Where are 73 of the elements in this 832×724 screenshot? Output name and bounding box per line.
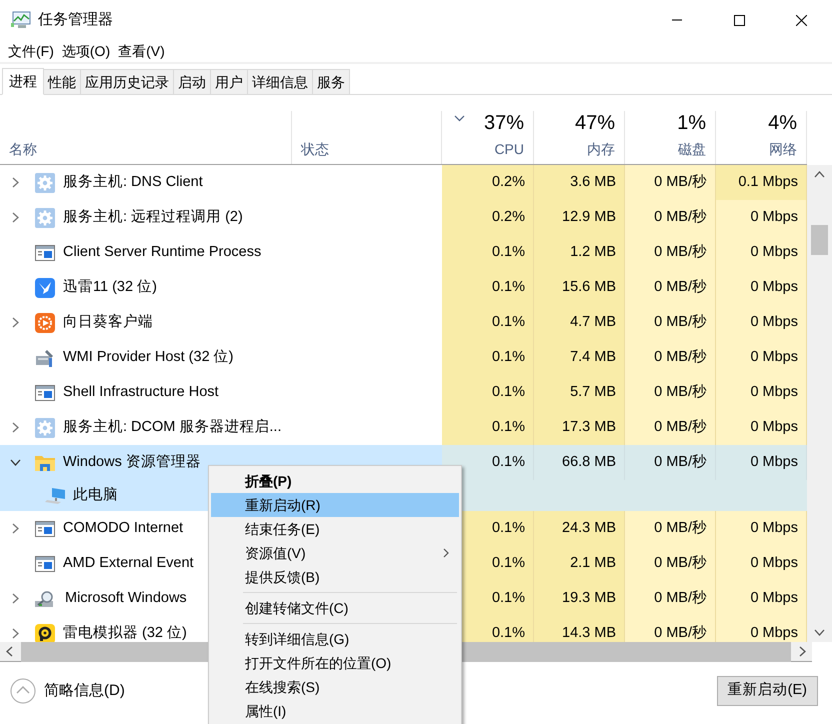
process-name: 迅雷11 (32 位): [63, 278, 157, 297]
process-name: 服务主机: 远程过程调用 (2): [63, 208, 243, 227]
table-cell: 0 MB/秒: [625, 235, 716, 270]
table-cell: 0.1%: [442, 305, 534, 340]
table-cell: 1.2 MB: [534, 235, 625, 270]
table-cell: 66.8 MB: [534, 445, 625, 480]
column-label: CPU: [494, 140, 524, 159]
table-cell: 0.1%: [442, 235, 534, 270]
table-cell: 0 Mbps: [716, 445, 807, 480]
table-cell: 0 Mbps: [716, 581, 807, 616]
table-cell: 0 Mbps: [716, 340, 807, 375]
window-title: 任务管理器: [38, 10, 113, 30]
table-cell: 0 MB/秒: [625, 616, 716, 642]
column-total: 47%: [574, 111, 615, 135]
table-cell: 19.3 MB: [534, 581, 625, 616]
table-cell: 0 MB/秒: [625, 305, 716, 340]
table-cell: 0 Mbps: [716, 200, 807, 235]
process-name: 服务主机: DNS Client: [63, 172, 203, 192]
table-cell: 0.1%: [442, 445, 534, 480]
table-cell: 0 Mbps: [716, 375, 807, 410]
table-cell: 0.2%: [442, 200, 534, 235]
table-cell: 0 MB/秒: [625, 581, 716, 616]
column-label: 磁盘: [678, 140, 706, 159]
process-name: Client Server Runtime Process: [63, 242, 262, 262]
table-cell: 0.1%: [442, 340, 534, 375]
table-cell: 2.1 MB: [534, 546, 625, 581]
process-name: Shell Infrastructure Host: [63, 382, 219, 402]
table-cell: 14.3 MB: [534, 616, 625, 642]
table-cell: 0 MB/秒: [625, 270, 716, 305]
column-total: 37%: [484, 111, 524, 135]
table-cell: 0 Mbps: [716, 305, 807, 340]
process-name: WMI Provider Host (32 位): [63, 348, 234, 367]
table-cell: 24.3 MB: [534, 511, 625, 546]
process-name: COMODO Internet: [63, 518, 184, 538]
table-cell: 7.4 MB: [534, 340, 625, 375]
table-cell: 0.2%: [442, 165, 534, 200]
table-cell: 0.1%: [442, 270, 534, 305]
process-name: Windows 资源管理器: [63, 452, 201, 472]
table-cell: 17.3 MB: [534, 410, 625, 445]
table-cell: 0 MB/秒: [625, 200, 716, 235]
table-cell: 0 Mbps: [716, 235, 807, 270]
table-cell: 0 MB/秒: [625, 165, 716, 200]
column-total: 4%: [768, 111, 797, 135]
process-name: 雷电模拟器 (32 位): [63, 624, 187, 642]
table-cell: 3.6 MB: [534, 165, 625, 200]
process-name: Microsoft Windows: [65, 588, 187, 608]
column-label: 网络: [769, 140, 797, 159]
table-cell: 0 Mbps: [716, 616, 807, 642]
process-name: 向日葵客户端: [63, 312, 153, 332]
table-cell: 15.6 MB: [534, 270, 625, 305]
table-cell: 0.1 Mbps: [716, 165, 807, 200]
table-cell: 4.7 MB: [534, 305, 625, 340]
table-cell: 0 MB/秒: [625, 340, 716, 375]
table-cell: 0.1%: [442, 410, 534, 445]
table-cell: 0.1%: [442, 375, 534, 410]
table-cell: 5.7 MB: [534, 375, 625, 410]
table-cell: 0 Mbps: [716, 410, 807, 445]
column-total: 1%: [677, 111, 706, 135]
column-label: 内存: [587, 140, 615, 159]
column-label: 状态: [301, 140, 330, 159]
table-cell: 0 MB/秒: [625, 511, 716, 546]
process-name: AMD External Event: [63, 554, 194, 573]
column-label: 名称: [9, 140, 38, 159]
table-cell: 0 MB/秒: [625, 375, 716, 410]
process-name: 服务主机: DCOM 服务器进程启...: [63, 418, 282, 437]
table-cell: 0 MB/秒: [625, 410, 716, 445]
table-cell: 0 Mbps: [716, 511, 807, 546]
table-cell: 0 MB/秒: [625, 445, 716, 480]
table-cell: 0 Mbps: [716, 270, 807, 305]
table-cell: 0 Mbps: [716, 546, 807, 581]
table-cell: 0 MB/秒: [625, 546, 716, 581]
table-cell: 12.9 MB: [534, 200, 625, 235]
process-name: 此电脑: [73, 486, 118, 505]
